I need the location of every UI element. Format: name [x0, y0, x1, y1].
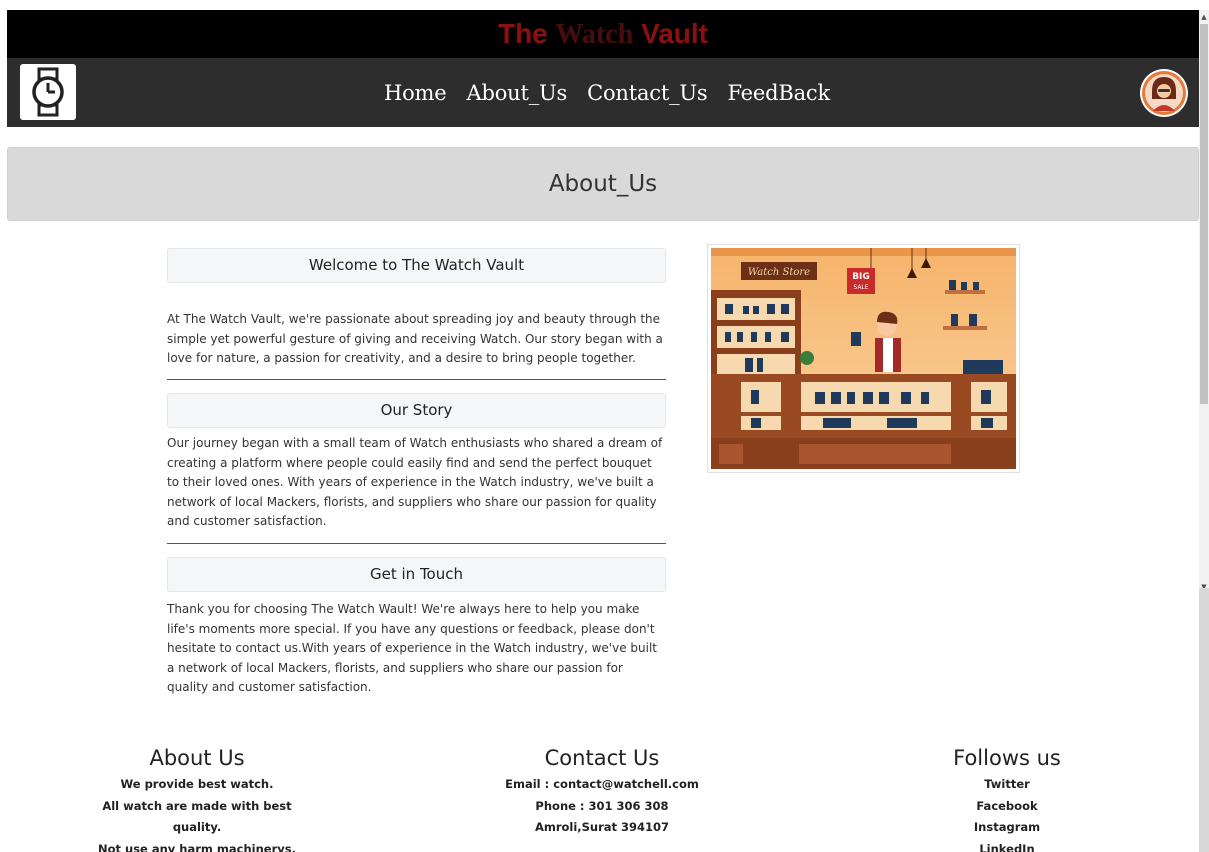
page-title: About_Us [548, 171, 658, 197]
divider [167, 379, 666, 380]
brand-title: The Watch Vault [7, 10, 1199, 59]
brand-part-vault: Vault [633, 18, 709, 49]
welcome-text: At The Watch Vault, we're passionate abo… [167, 312, 663, 365]
user-avatar-icon[interactable] [1140, 69, 1188, 117]
touch-heading: Get in Touch [167, 557, 666, 592]
nav-home[interactable]: Home [384, 81, 447, 105]
footer-about-line: All watch are made with best quality. [102, 798, 292, 835]
watch-store-illustration: Watch Store BIG SALE [707, 244, 1020, 473]
footer-follow-title: Follows us [953, 746, 1061, 770]
brand-part-watch: Watch [555, 19, 634, 50]
page-header: About_Us [7, 147, 1199, 221]
navbar: Home About_Us Contact_Us FeedBack [7, 58, 1199, 127]
story-text: Our journey began with a small team of W… [167, 436, 663, 528]
footer-link-instagram[interactable]: Instagram [922, 817, 1092, 839]
page-scrollbar[interactable]: ▲ ▼ [1199, 10, 1209, 852]
footer-email: Email : contact@watchell.com [505, 777, 699, 791]
footer-about-line: Not use any harm machinerys. [98, 841, 296, 852]
footer-address: Amroli,Surat 394107 [534, 820, 670, 834]
footer-link-linkedin[interactable]: LinkedIn [922, 839, 1092, 852]
footer-about-line: We provide best watch. [120, 777, 274, 791]
footer-link-twitter[interactable]: Twitter [922, 774, 1092, 796]
footer-about: About Us We provide best watch. All watc… [82, 744, 312, 852]
footer-phone: Phone : 301 306 308 [535, 798, 669, 813]
footer-link-facebook[interactable]: Facebook [922, 796, 1092, 818]
brand-part-the: The [497, 18, 556, 49]
nav-contact-us[interactable]: Contact_Us [587, 81, 708, 105]
welcome-heading: Welcome to The Watch Vault [167, 248, 666, 283]
divider [167, 543, 666, 544]
sale-badge-line1: BIG [852, 272, 870, 282]
scroll-thumb[interactable] [1200, 24, 1208, 404]
nav-feedback[interactable]: FeedBack [727, 81, 830, 105]
touch-text: Thank you for choosing The Watch Wault! … [167, 602, 658, 694]
story-heading: Our Story [167, 393, 666, 428]
footer-about-title: About Us [149, 746, 245, 770]
store-sign-text: Watch Store [748, 267, 810, 278]
footer-follow: Follows us Twitter Facebook Instagram Li… [922, 744, 1092, 852]
nav-about-us[interactable]: About_Us [466, 81, 567, 105]
scroll-up-icon[interactable]: ▲ [1200, 12, 1208, 22]
footer-contact-title: Contact Us [544, 746, 660, 770]
top-brand-bar: The Watch Vault [7, 10, 1199, 58]
sale-badge-line2: SALE [853, 284, 868, 291]
footer-contact: Contact Us Email : contact@watchell.com … [487, 744, 717, 839]
nav-links: Home About_Us Contact_Us FeedBack [7, 58, 1199, 127]
scroll-track-lower [1199, 588, 1209, 852]
